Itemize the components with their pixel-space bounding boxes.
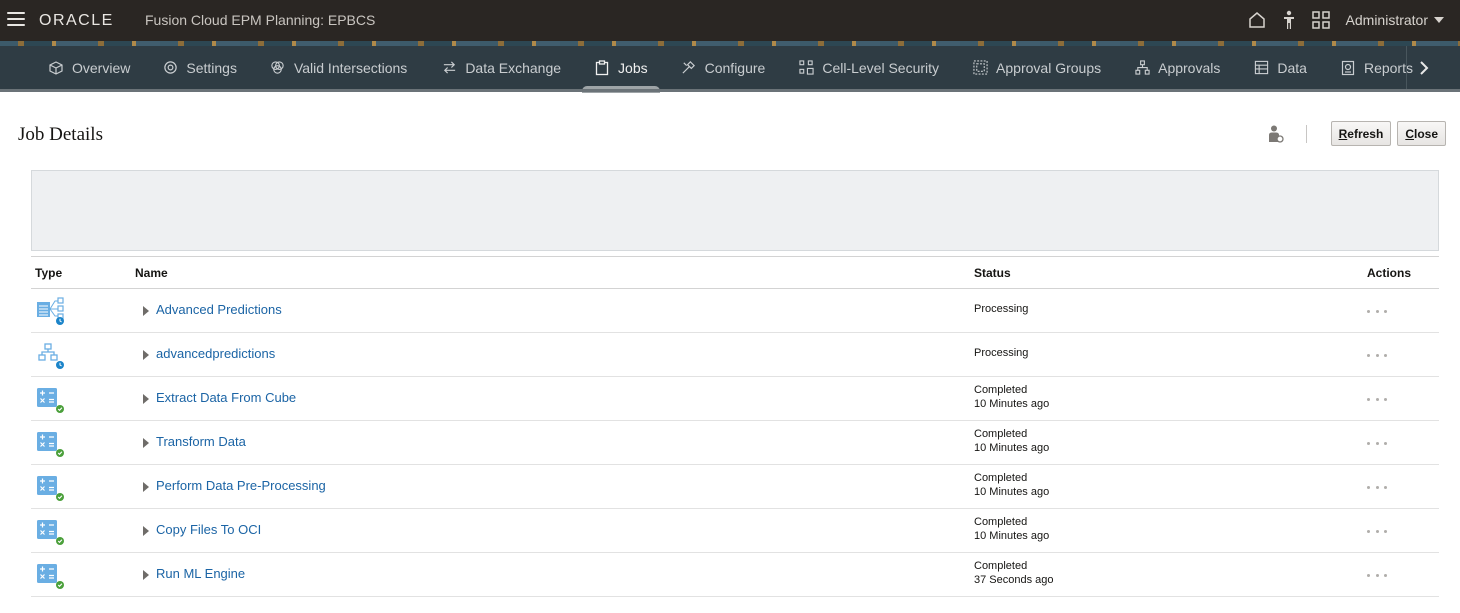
expand-row-icon[interactable] [143, 438, 149, 448]
filter-panel [31, 170, 1439, 251]
intersections-icon [270, 60, 286, 76]
expand-row-icon[interactable] [143, 394, 149, 404]
table-row[interactable]: Transform Data Completed 10 Minutes ago [31, 421, 1439, 465]
status-cell: Completed 37 Seconds ago [974, 560, 1054, 586]
job-name-link[interactable]: Run ML Engine [156, 566, 245, 581]
calc-completed-icon [37, 476, 64, 501]
tab-settings[interactable]: Settings [156, 46, 243, 89]
home-icon[interactable] [1246, 9, 1268, 31]
prediction-processing-icon [37, 297, 64, 325]
reports-icon [1340, 60, 1356, 76]
app-title: Fusion Cloud EPM Planning: EPBCS [145, 12, 376, 28]
user-name: Administrator [1345, 12, 1428, 28]
tab-label: Overview [72, 59, 131, 76]
column-header-actions: Actions [1367, 266, 1412, 280]
calc-completed-icon [37, 432, 64, 457]
tab-jobs[interactable]: Jobs [582, 46, 660, 93]
user-menu[interactable]: Administrator [1346, 12, 1444, 28]
table-header: Type Name Status Actions [31, 257, 1439, 289]
column-header-type[interactable]: Type [35, 266, 62, 280]
hamburger-menu-icon[interactable] [7, 12, 25, 28]
column-header-name[interactable]: Name [135, 266, 168, 280]
status-cell: Completed 10 Minutes ago [974, 384, 1050, 410]
tab-data-exchange[interactable]: Data Exchange [435, 46, 567, 89]
approvals-icon [1134, 60, 1150, 76]
oracle-logo: ORACLE [39, 12, 114, 29]
status-cell: Completed 10 Minutes ago [974, 428, 1050, 454]
status-cell: Completed 10 Minutes ago [974, 472, 1050, 498]
table-row[interactable]: Run ML Engine Completed 37 Seconds ago [31, 553, 1439, 597]
calc-completed-icon [37, 388, 64, 413]
tab-label: Valid Intersections [293, 59, 408, 76]
page-title: Job Details [18, 124, 103, 145]
cube-icon [48, 60, 64, 76]
calc-completed-icon [37, 520, 64, 545]
row-actions-menu[interactable] [1367, 480, 1387, 494]
exchange-icon [441, 60, 457, 76]
job-name-link[interactable]: advancedpredictions [156, 346, 275, 361]
job-name-link[interactable]: Copy Files To OCI [156, 522, 261, 537]
tab-label: Cell-Level Security [822, 59, 940, 76]
tab-approval-groups[interactable]: Approval Groups [966, 46, 1107, 89]
table-row[interactable]: advancedpredictions Processing [31, 333, 1439, 377]
status-cell: Processing [974, 347, 1029, 359]
tab-label: Data Exchange [465, 59, 562, 76]
column-header-status[interactable]: Status [974, 266, 1011, 280]
expand-row-icon[interactable] [143, 306, 149, 316]
gear-icon [162, 60, 178, 76]
cell-security-icon [798, 60, 814, 76]
chevron-right-icon [1419, 60, 1428, 75]
tab-label: Approvals [1158, 59, 1221, 76]
expand-row-icon[interactable] [143, 570, 149, 580]
status-cell: Completed 10 Minutes ago [974, 516, 1050, 542]
approval-groups-icon [972, 60, 988, 76]
top-bar: ORACLE Fusion Cloud EPM Planning: EPBCS … [0, 0, 1460, 41]
accessibility-icon[interactable] [1278, 9, 1300, 31]
nav-scroll-right-button[interactable] [1406, 46, 1440, 89]
tab-cell-level-security[interactable]: Cell-Level Security [792, 46, 945, 89]
nav-underline [0, 89, 1460, 92]
row-actions-menu[interactable] [1367, 436, 1387, 450]
pipeline-processing-icon [38, 343, 64, 369]
row-actions-menu[interactable] [1367, 524, 1387, 538]
tab-label: Settings [186, 59, 237, 76]
tab-data[interactable]: Data [1247, 46, 1313, 89]
tab-label: Data [1277, 59, 1307, 76]
tab-label: Jobs [618, 59, 648, 76]
tab-valid-intersections[interactable]: Valid Intersections [264, 46, 413, 89]
job-name-link[interactable]: Perform Data Pre-Processing [156, 478, 326, 493]
row-actions-menu[interactable] [1367, 304, 1387, 318]
navigator-grid-icon[interactable] [1310, 9, 1332, 31]
row-actions-menu[interactable] [1367, 348, 1387, 362]
close-button[interactable]: Close [1397, 121, 1446, 146]
row-actions-menu[interactable] [1367, 392, 1387, 406]
expand-row-icon[interactable] [143, 526, 149, 536]
calc-completed-icon [37, 564, 64, 589]
tab-overview[interactable]: Overview [42, 46, 136, 89]
table-row[interactable]: Extract Data From Cube Completed 10 Minut… [31, 377, 1439, 421]
job-name-link[interactable]: Extract Data From Cube [156, 390, 296, 405]
job-name-link[interactable]: Transform Data [156, 434, 246, 449]
tab-approvals[interactable]: Approvals [1128, 46, 1226, 89]
clipboard-icon [594, 59, 610, 76]
table-row[interactable]: Perform Data Pre-Processing Completed 10 … [31, 465, 1439, 509]
nav-bar: Overview Settings Valid Intersections Da… [0, 46, 1460, 93]
row-actions-menu[interactable] [1367, 568, 1387, 582]
job-name-link[interactable]: Advanced Predictions [156, 302, 282, 317]
tab-configure[interactable]: Configure [675, 46, 772, 89]
status-cell: Processing [974, 303, 1029, 315]
expand-row-icon[interactable] [143, 482, 149, 492]
chevron-down-icon [1434, 17, 1444, 23]
table-row[interactable]: Advanced Predictions Processing [31, 289, 1439, 333]
jobs-table: Type Name Status Actions Advanced Predic… [31, 256, 1439, 597]
expand-row-icon[interactable] [143, 350, 149, 360]
table-row[interactable]: Copy Files To OCI Completed 10 Minutes ag… [31, 509, 1439, 553]
user-settings-icon[interactable] [1264, 122, 1288, 146]
refresh-button[interactable]: Refresh [1330, 121, 1392, 146]
tab-label: Approval Groups [996, 59, 1102, 76]
data-grid-icon [1253, 60, 1269, 76]
tab-label: Configure [704, 59, 766, 76]
tools-icon [681, 60, 697, 76]
toolbar-separator [1305, 124, 1307, 143]
